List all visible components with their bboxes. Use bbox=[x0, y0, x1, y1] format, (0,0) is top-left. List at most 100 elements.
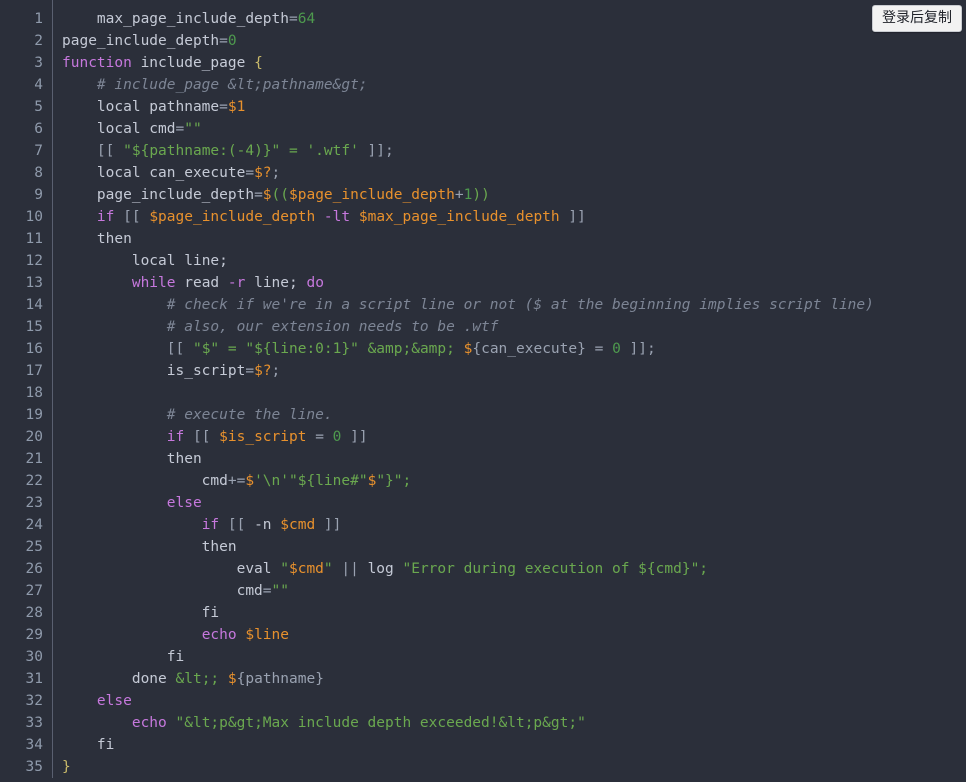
code-block-container: 登录后复制 1 max_page_include_depth=64 2 page_i… bbox=[0, 0, 966, 782]
code-token: "}"; bbox=[376, 473, 412, 489]
code-line-content[interactable]: # include_page &lt;pathname&gt; bbox=[53, 74, 874, 96]
line-number: 21 bbox=[0, 448, 53, 470]
code-token: # check if we're in a script line or not… bbox=[62, 297, 874, 313]
code-token: ]]; bbox=[620, 341, 656, 357]
code-line-content[interactable]: # execute the line. bbox=[53, 404, 874, 426]
code-line-content[interactable]: page_include_depth=0 bbox=[53, 30, 874, 52]
code-line-content[interactable]: else bbox=[53, 492, 874, 514]
code-line: 30 fi bbox=[0, 646, 874, 668]
line-number: 11 bbox=[0, 228, 53, 250]
code-token: # include_page &lt;pathname&gt; bbox=[62, 77, 368, 93]
code-line-content[interactable]: page_include_depth=$(($page_include_dept… bbox=[53, 184, 874, 206]
line-number: 19 bbox=[0, 404, 53, 426]
code-line: 4 # include_page &lt;pathname&gt; bbox=[0, 74, 874, 96]
code-scroll-area[interactable]: 1 max_page_include_depth=64 2 page_include… bbox=[0, 0, 966, 782]
code-line: 29 echo $line bbox=[0, 624, 874, 646]
code-line-content[interactable]: while read -r line; do bbox=[53, 272, 874, 294]
code-line-content[interactable]: if [[ $is_script = 0 ]] bbox=[53, 426, 874, 448]
code-line-content[interactable]: is_script=$?; bbox=[53, 360, 874, 382]
code-line-content[interactable]: fi bbox=[53, 734, 874, 756]
code-token: $ bbox=[227, 671, 237, 687]
code-token: ; bbox=[271, 363, 281, 379]
code-line: 31 done &lt;; ${pathname} bbox=[0, 668, 874, 690]
code-line: 23 else bbox=[0, 492, 874, 514]
code-line-content[interactable]: fi bbox=[53, 602, 874, 624]
code-line-content[interactable]: cmd+=$'\n'"${line#"$"}"; bbox=[53, 470, 874, 492]
copy-after-login-button[interactable]: 登录后复制 bbox=[872, 5, 962, 32]
code-line-content[interactable]: } bbox=[53, 756, 874, 778]
code-line-content[interactable]: cmd="" bbox=[53, 580, 874, 602]
code-token: cmd bbox=[62, 583, 263, 599]
code-line-content[interactable]: [[ "${pathname:(-4)}" = '.wtf' ]]; bbox=[53, 140, 874, 162]
code-line-content[interactable]: if [[ -n $cmd ]] bbox=[53, 514, 874, 536]
code-line-content[interactable] bbox=[53, 382, 874, 404]
code-line-content[interactable]: local cmd="" bbox=[53, 118, 874, 140]
line-number: 1 bbox=[0, 0, 53, 30]
code-line-content[interactable]: [[ "$" = "${line:0:1}" &amp;&amp; ${can_… bbox=[53, 338, 874, 360]
code-token: 64 bbox=[297, 11, 316, 27]
code-line-content[interactable]: then bbox=[53, 228, 874, 250]
line-number: 33 bbox=[0, 712, 53, 734]
code-line-content[interactable]: function include_page { bbox=[53, 52, 874, 74]
code-line-content[interactable]: echo "&lt;p&gt;Max include depth exceede… bbox=[53, 712, 874, 734]
code-line-content[interactable]: fi bbox=[53, 646, 874, 668]
code-line-content[interactable]: done &lt;; ${pathname} bbox=[53, 668, 874, 690]
code-token: log bbox=[367, 561, 403, 577]
code-token: [[ bbox=[114, 209, 150, 225]
code-line: 3 function include_page { bbox=[0, 52, 874, 74]
code-token: " bbox=[280, 561, 289, 577]
code-token: ]] bbox=[315, 517, 342, 533]
code-line: 21 then bbox=[0, 448, 874, 470]
code-token: $is_script bbox=[219, 429, 307, 445]
code-token: else bbox=[96, 693, 132, 709]
code-token: function bbox=[62, 55, 132, 71]
code-token: "" bbox=[184, 121, 202, 137]
line-number: 25 bbox=[0, 536, 53, 558]
code-token: line; bbox=[175, 253, 228, 269]
code-line-content[interactable]: # also, our extension needs to be .wtf bbox=[53, 316, 874, 338]
code-line: 1 max_page_include_depth=64 bbox=[0, 0, 874, 30]
code-line-content[interactable]: local can_execute=$?; bbox=[53, 162, 874, 184]
code-token: ; bbox=[210, 671, 228, 687]
code-token: = bbox=[245, 165, 255, 181]
code-token: ]] bbox=[341, 429, 368, 445]
code-token: 0 bbox=[227, 33, 237, 49]
code-line: 6 local cmd="" bbox=[0, 118, 874, 140]
code-token: read bbox=[175, 275, 228, 291]
code-token: &lt; bbox=[175, 671, 211, 687]
code-line-content[interactable]: else bbox=[53, 690, 874, 712]
code-line-content[interactable]: echo $line bbox=[53, 624, 874, 646]
code-line-content[interactable]: then bbox=[53, 448, 874, 470]
code-token: # execute the line. bbox=[62, 407, 333, 423]
code-line-content[interactable]: then bbox=[53, 536, 874, 558]
code-token: fi bbox=[62, 605, 220, 621]
code-token: page_include_depth bbox=[96, 187, 255, 203]
code-token: # also, our extension needs to be .wtf bbox=[62, 319, 499, 335]
line-number: 13 bbox=[0, 272, 53, 294]
code-token: else bbox=[166, 495, 202, 511]
code-line-content[interactable]: eval "$cmd" || log "Error during executi… bbox=[53, 558, 874, 580]
line-number: 10 bbox=[0, 206, 53, 228]
code-line-content[interactable]: local pathname=$1 bbox=[53, 96, 874, 118]
code-token: "Error during execution of ${cmd}"; bbox=[402, 561, 709, 577]
code-line: 22 cmd+=$'\n'"${line#"$"}"; bbox=[0, 470, 874, 492]
code-token: echo bbox=[201, 627, 237, 643]
code-table: 1 max_page_include_depth=64 2 page_include… bbox=[0, 0, 874, 778]
code-line-content[interactable]: if [[ $page_include_depth -lt $max_page_… bbox=[53, 206, 874, 228]
code-token: if bbox=[166, 429, 185, 445]
code-token: {pathname} bbox=[236, 671, 324, 687]
code-line-content[interactable]: # check if we're in a script line or not… bbox=[53, 294, 874, 316]
code-line: 14 # check if we're in a script line or … bbox=[0, 294, 874, 316]
code-line-content[interactable]: local line; bbox=[53, 250, 874, 272]
code-token: then bbox=[62, 539, 237, 555]
code-token: done bbox=[62, 671, 176, 687]
code-line-content[interactable]: max_page_include_depth=64 bbox=[53, 0, 874, 30]
